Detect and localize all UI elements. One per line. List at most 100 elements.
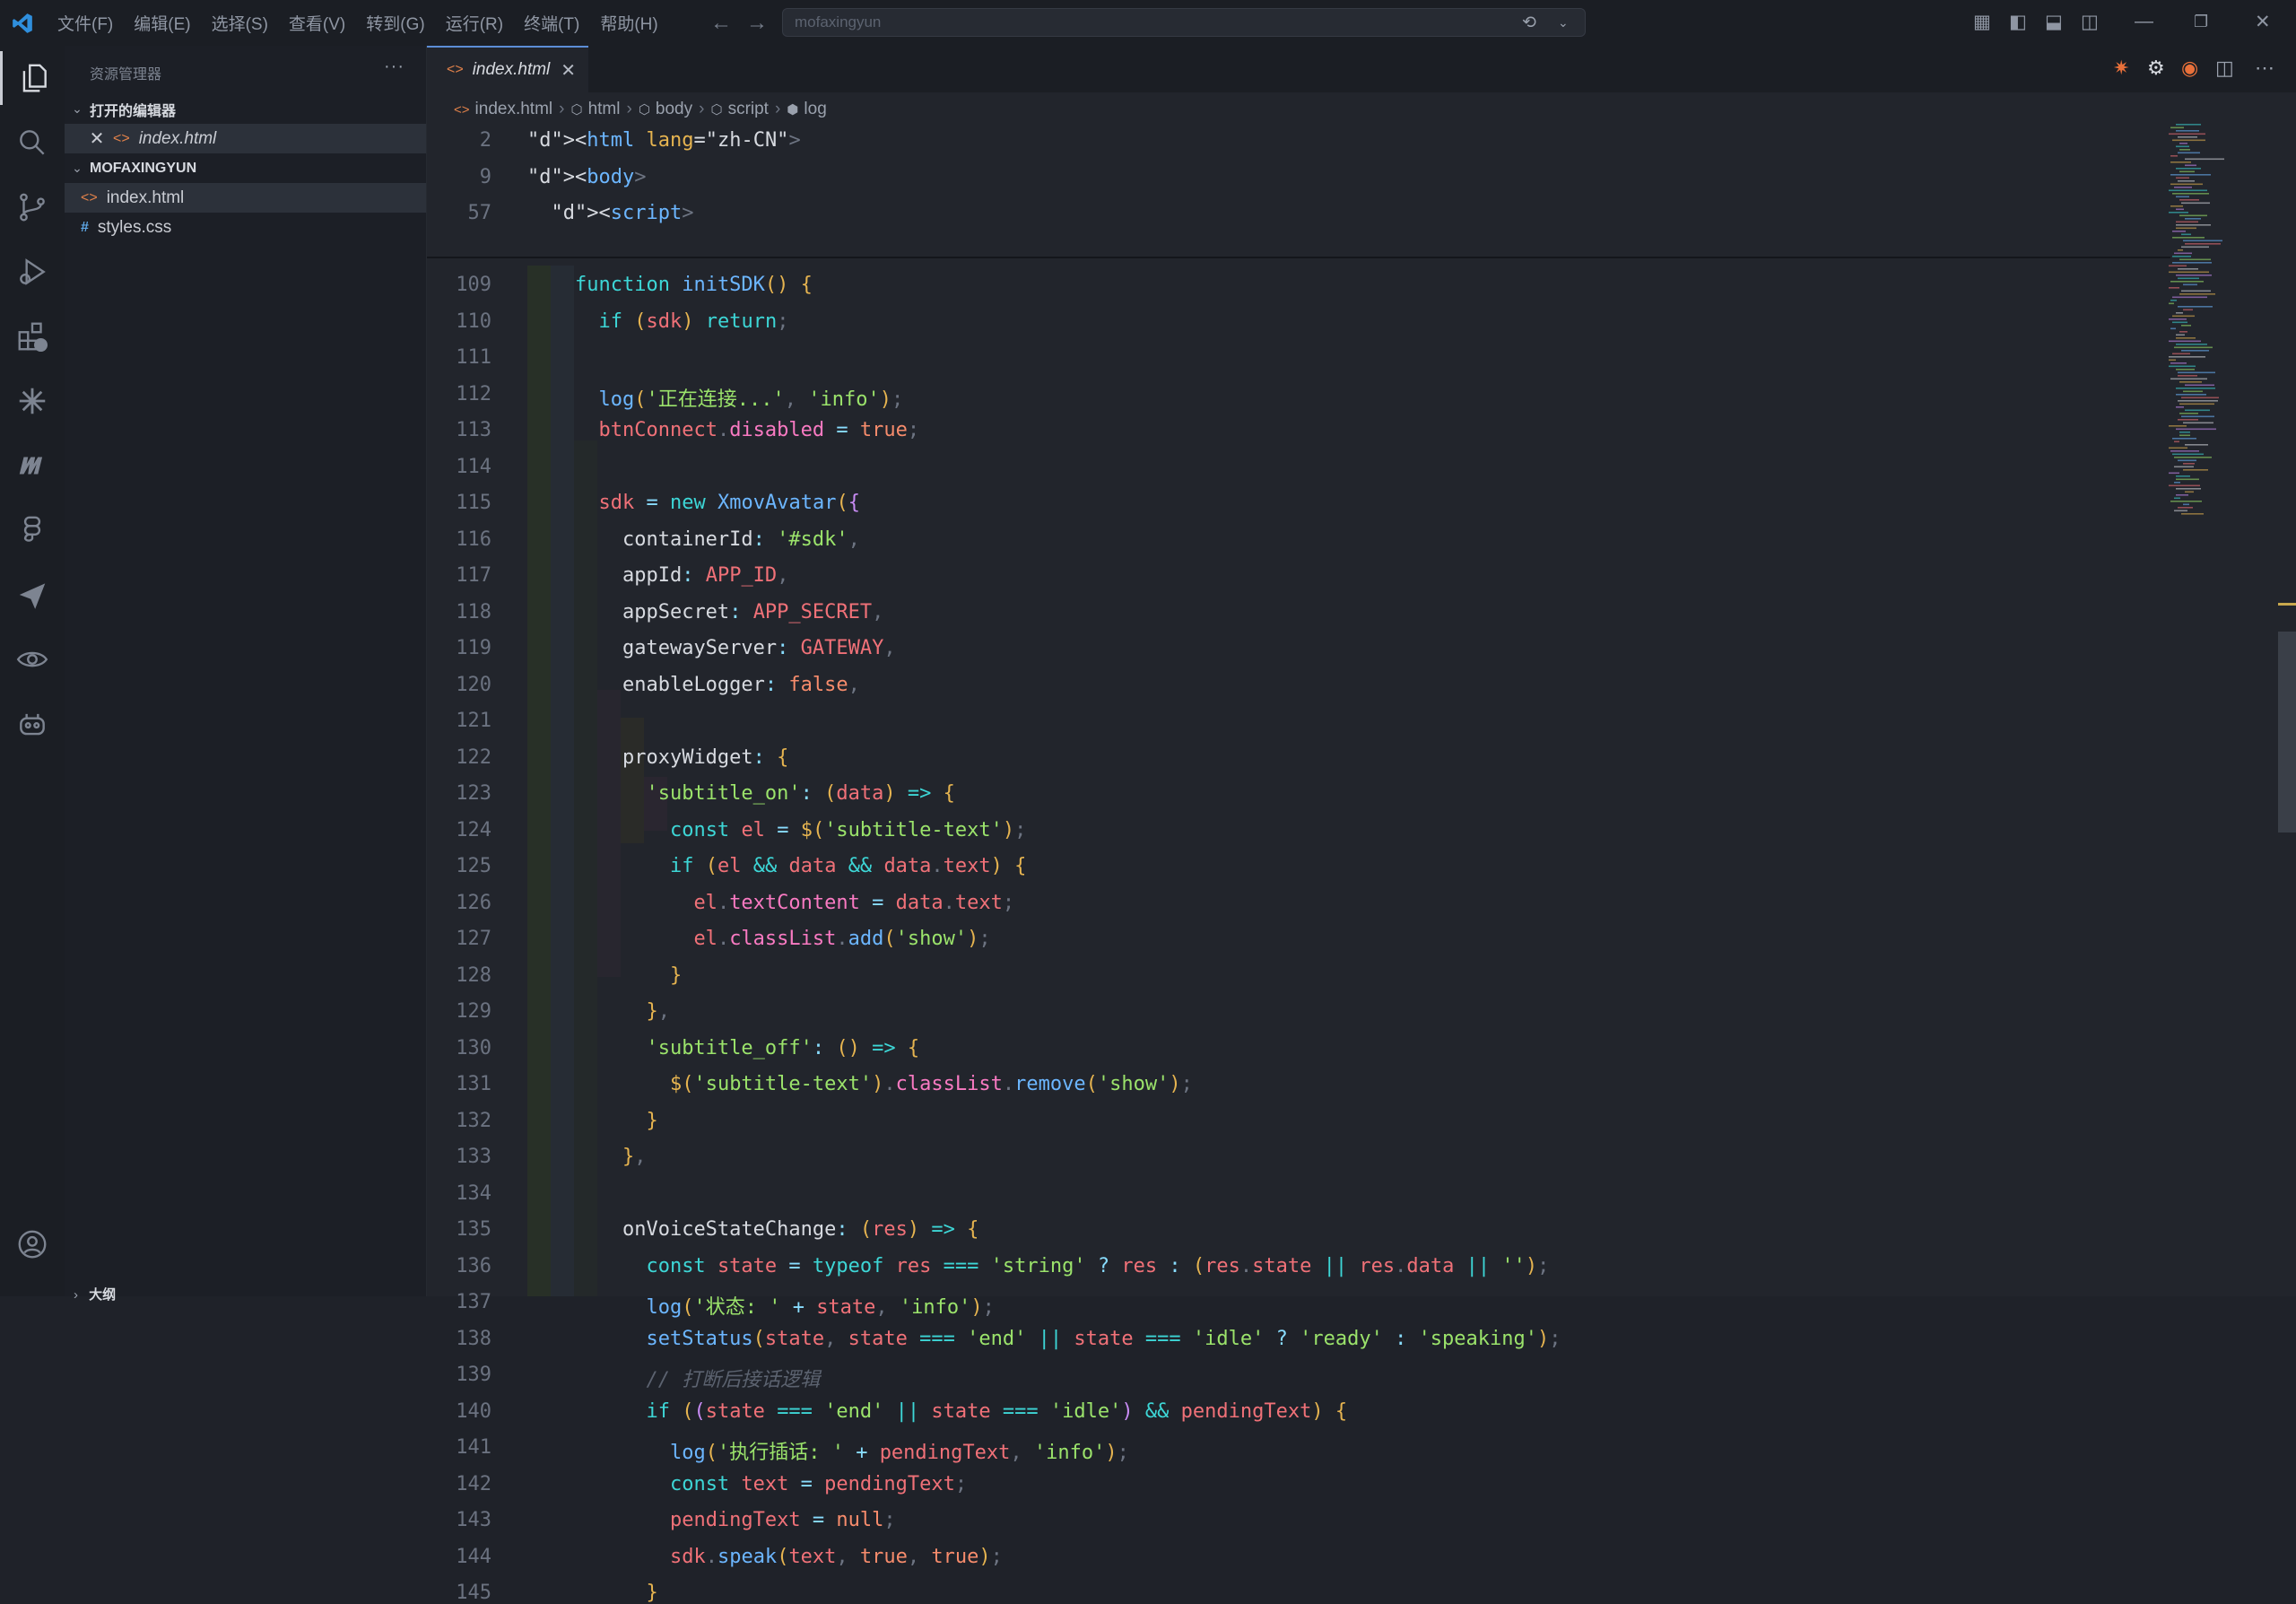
explorer-sidebar: 资源管理器 ··· ⌄ 打开的编辑器 ✕ <> index.html ⌄ MOF… (65, 46, 427, 1296)
code-line[interactable]: function initSDK() { (527, 274, 813, 296)
breadcrumb-item[interactable]: log (804, 100, 826, 119)
back-arrow-icon[interactable]: ← (710, 11, 732, 36)
robot-icon[interactable] (0, 697, 65, 751)
code-line[interactable]: }, (527, 1146, 647, 1168)
code-line[interactable]: // 打断后接话逻辑 (527, 1364, 820, 1392)
figma-icon[interactable] (0, 503, 65, 557)
breadcrumb-item[interactable]: body (656, 100, 692, 119)
toggle-secondary-sidebar-icon[interactable]: ◫ (2081, 11, 2099, 33)
close-window-icon[interactable]: ✕ (2255, 11, 2271, 33)
m-logo-icon[interactable] (0, 439, 65, 493)
close-tab-icon[interactable]: ✕ (561, 59, 576, 82)
code-line[interactable]: sdk = new XmovAvatar({ (527, 492, 859, 514)
sticky-code-line[interactable]: "d"><script> (527, 202, 694, 224)
file-item-styles-css[interactable]: # styles.css (65, 213, 426, 242)
breadcrumb-item[interactable]: html (588, 100, 621, 119)
minimap-line (2170, 126, 2184, 129)
openai-icon[interactable]: ⚙ (2147, 57, 2165, 80)
toggle-sidebar-icon[interactable]: ◧ (2009, 11, 2027, 33)
code-line[interactable]: appSecret: APP_SECRET, (527, 601, 883, 623)
code-line[interactable]: log('执行插话: ' + pendingText, 'info'); (527, 1436, 1129, 1465)
code-line[interactable]: appId: APP_ID, (527, 564, 788, 587)
line-number: 131 (456, 1073, 491, 1095)
code-line[interactable]: gatewayServer: GATEWAY, (527, 637, 896, 659)
preview-eye-icon[interactable]: ◉ (2181, 57, 2198, 80)
customize-layout-icon[interactable]: ▦ (1973, 11, 1991, 33)
minimap-line (2183, 503, 2189, 506)
toggle-panel-icon[interactable]: ⬓ (2045, 11, 2063, 33)
minimize-icon[interactable]: — (2135, 11, 2153, 32)
eye-icon[interactable] (0, 632, 65, 686)
copilot-chat-icon[interactable]: ⟲ (1522, 13, 1536, 33)
menu-run[interactable]: 运行(R) (446, 11, 503, 35)
code-line[interactable]: enableLogger: false, (527, 674, 860, 696)
code-line[interactable]: const state = typeof res === 'string' ? … (527, 1255, 1549, 1277)
sparkle-icon[interactable]: ✷ (2113, 57, 2129, 80)
menu-terminal[interactable]: 终端(T) (524, 11, 579, 35)
code-line[interactable]: sdk.speak(text, true, true); (527, 1546, 1003, 1568)
menu-view[interactable]: 查看(V) (289, 11, 345, 35)
code-line[interactable]: if (sdk) return; (527, 310, 788, 333)
code-line[interactable]: btnConnect.disabled = true; (527, 419, 919, 441)
code-line[interactable]: pendingText = null; (527, 1509, 896, 1531)
code-line[interactable]: setStatus(state, state === 'end' || stat… (527, 1328, 1561, 1350)
code-line[interactable]: const text = pendingText; (527, 1473, 967, 1495)
breadcrumb-item[interactable]: index.html (475, 100, 553, 119)
minimap[interactable] (2167, 122, 2283, 1296)
code-line[interactable]: proxyWidget: { (527, 746, 788, 769)
code-line[interactable]: } (527, 1582, 657, 1604)
open-editor-item[interactable]: ✕ <> index.html (65, 124, 426, 153)
run-debug-icon[interactable] (0, 245, 65, 299)
source-control-icon[interactable] (0, 180, 65, 234)
code-line[interactable]: log('正在连接...', 'info'); (527, 383, 903, 412)
line-number: 142 (456, 1472, 491, 1495)
explorer-icon[interactable] (0, 51, 65, 105)
code-line[interactable]: 'subtitle_off': () => { (527, 1037, 919, 1059)
more-actions-icon[interactable]: ··· (384, 57, 404, 77)
split-editor-icon[interactable]: ◫ (2215, 57, 2234, 80)
code-line[interactable]: if ((state === 'end' || state === 'idle'… (527, 1400, 1347, 1423)
restore-icon[interactable]: ❐ (2194, 13, 2208, 31)
sticky-code-line[interactable]: "d"><body> (527, 166, 646, 188)
forward-arrow-icon[interactable]: → (746, 11, 768, 36)
code-line[interactable]: onVoiceStateChange: (res) => { (527, 1218, 978, 1241)
menu-help[interactable]: 帮助(H) (600, 11, 657, 35)
project-folder-header[interactable]: ⌄ MOFAXINGYUN (65, 153, 426, 183)
close-icon[interactable]: ✕ (81, 127, 113, 150)
file-item-index-html[interactable]: <> index.html (65, 183, 426, 213)
code-line[interactable]: const el = $('subtitle-text'); (527, 819, 1026, 841)
code-line[interactable]: } (527, 1110, 657, 1132)
sticky-code-line[interactable]: "d"><html lang="zh-CN"> (527, 129, 801, 152)
outline-section-header[interactable]: › 大纲 (65, 1285, 426, 1303)
minimap-line (2179, 170, 2195, 173)
search-icon[interactable] (0, 116, 65, 170)
code-line[interactable]: containerId: '#sdk', (527, 528, 860, 551)
code-line[interactable]: el.classList.add('show'); (527, 928, 990, 950)
tab-index-html[interactable]: <> index.html ✕ (427, 46, 588, 92)
extensions-icon[interactable] (0, 309, 65, 363)
code-line[interactable]: 'subtitle_on': (data) => { (527, 782, 954, 805)
method-icon: ⬢ (787, 102, 799, 118)
open-editors-header[interactable]: ⌄ 打开的编辑器 (65, 94, 426, 124)
command-center-search[interactable]: mofaxingyun ⟲ ⌄ (782, 8, 1586, 37)
minimap-line (2176, 227, 2196, 230)
menu-selection[interactable]: 选择(S) (212, 11, 268, 35)
line-number: 143 (456, 1509, 491, 1531)
scrollbar-thumb[interactable] (2278, 632, 2296, 833)
menu-goto[interactable]: 转到(G) (366, 11, 424, 35)
code-line[interactable]: $('subtitle-text').classList.remove('sho… (527, 1073, 1193, 1095)
more-actions-icon[interactable]: ⋯ (2255, 57, 2274, 80)
menu-file[interactable]: 文件(F) (57, 11, 113, 35)
code-line[interactable]: el.textContent = data.text; (527, 892, 1014, 914)
code-line[interactable]: log('状态: ' + state, 'info'); (527, 1291, 994, 1320)
starburst-icon[interactable] (0, 374, 65, 428)
menu-edit[interactable]: 编辑(E) (134, 11, 190, 35)
code-line[interactable]: } (527, 964, 682, 987)
code-line[interactable]: if (el && data && data.text) { (527, 855, 1026, 877)
send-icon[interactable] (0, 568, 65, 622)
breadcrumb-item[interactable]: script (728, 100, 769, 119)
code-line[interactable]: }, (527, 1000, 670, 1023)
editor-tab-bar: <> index.html ✕ ✷ ⚙ ◉ ◫ ⋯ (427, 46, 2296, 92)
chevron-down-icon[interactable]: ⌄ (1558, 15, 1569, 31)
account-icon[interactable] (0, 1217, 65, 1271)
